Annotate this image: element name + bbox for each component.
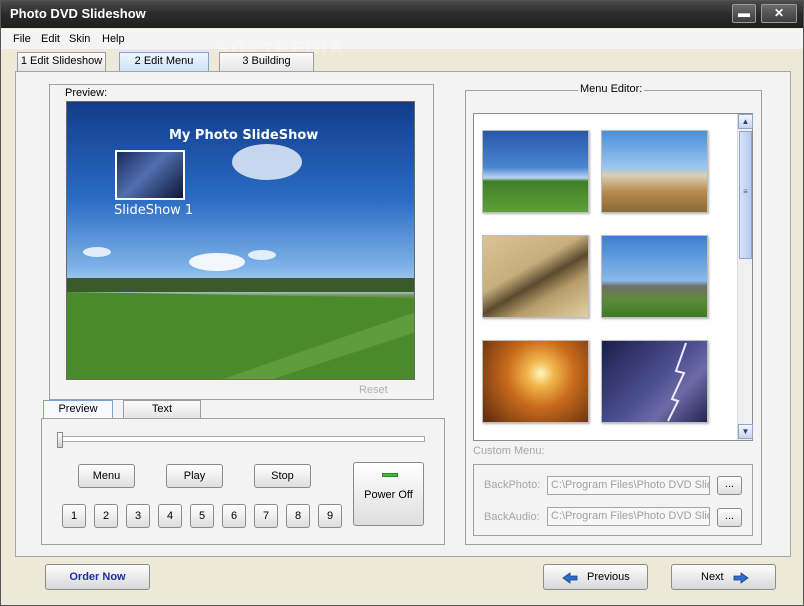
menu-edit[interactable]: Edit (41, 33, 60, 45)
custom-menu-label: Custom Menu: (473, 445, 545, 457)
menu-editor-label: Menu Editor: (578, 83, 645, 95)
tab-preview[interactable]: Preview (43, 400, 113, 419)
scroll-down-icon[interactable]: ▼ (738, 424, 753, 439)
playback-slider-track[interactable] (57, 436, 425, 442)
order-now-button[interactable]: Order Now (45, 564, 150, 590)
slideshow-thumb-label: SlideShow 1 (114, 203, 194, 218)
scroll-up-icon[interactable]: ▲ (738, 114, 753, 129)
scroll-thumb[interactable]: ≡ (739, 131, 752, 259)
tab-edit-slideshow[interactable]: 1 Edit Slideshow (17, 52, 106, 71)
menu-bar: File Edit Skin Help (1, 29, 803, 49)
playback-slider-thumb[interactable] (57, 432, 63, 448)
stop-button[interactable]: Stop (254, 464, 311, 488)
number-button-9[interactable]: 9 (318, 504, 342, 528)
gallery-scrollbar[interactable]: ▲ ≡ ▼ (737, 114, 753, 440)
menu-button[interactable]: Menu (78, 464, 135, 488)
lightning-bolt-icon (667, 342, 687, 422)
tab-text[interactable]: Text (123, 400, 201, 419)
arrow-right-icon (733, 572, 749, 584)
number-button-8[interactable]: 8 (286, 504, 310, 528)
title-bar[interactable]: Photo DVD Slideshow ▬ ✕ (1, 1, 803, 28)
number-button-7[interactable]: 7 (254, 504, 278, 528)
previous-button[interactable]: Previous (543, 564, 648, 590)
preview-label: Preview: (63, 87, 110, 99)
thumbnail-field-sky[interactable] (482, 130, 589, 213)
number-button-4[interactable]: 4 (158, 504, 182, 528)
thumbnail-wheat-field[interactable] (601, 130, 708, 213)
menu-help[interactable]: Help (102, 33, 125, 45)
power-off-label: Power Off (364, 489, 413, 501)
play-button[interactable]: Play (166, 464, 223, 488)
next-button[interactable]: Next (671, 564, 776, 590)
reset-link[interactable]: Reset (359, 384, 388, 396)
back-photo-label: BackPhoto: (484, 479, 541, 491)
number-button-3[interactable]: 3 (126, 504, 150, 528)
background-gallery (473, 113, 753, 441)
arrow-left-icon (562, 572, 578, 584)
thumbnail-lightning[interactable] (601, 340, 708, 423)
tab-building[interactable]: 3 Building (219, 52, 314, 71)
previous-label: Previous (587, 571, 630, 583)
menu-skin[interactable]: Skin (69, 33, 90, 45)
window-title: Photo DVD Slideshow (10, 6, 146, 21)
slideshow-thumbnail[interactable] (115, 150, 185, 200)
menu-title-text: My Photo SlideShow (169, 128, 319, 143)
tab-edit-menu[interactable]: 2 Edit Menu (119, 52, 209, 71)
power-off-button[interactable]: Power Off (353, 462, 424, 526)
menu-file[interactable]: File (13, 33, 31, 45)
thumbnail-sand-dune[interactable] (482, 235, 589, 318)
menu-button-label: Menu (92, 470, 121, 482)
next-label: Next (701, 571, 724, 583)
app-window: Photo DVD Slideshow ▬ ✕ File Edit Skin H… (0, 0, 804, 606)
back-audio-label: BackAudio: (484, 511, 540, 523)
number-button-5[interactable]: 5 (190, 504, 214, 528)
stop-button-label: Stop (271, 470, 294, 482)
close-button[interactable]: ✕ (761, 4, 797, 23)
thumbnail-sunset[interactable] (482, 340, 589, 423)
browse-back-audio-button[interactable]: ... (717, 508, 742, 527)
preview-landscape (67, 144, 414, 379)
thumbnail-stonehenge[interactable] (601, 235, 708, 318)
minimize-button[interactable]: ▬ (732, 4, 756, 23)
power-led-icon (382, 473, 398, 477)
menu-preview-image[interactable]: My Photo SlideShow SlideShow 1 (66, 101, 415, 380)
back-photo-path-input[interactable]: C:\Program Files\Photo DVD Slide (547, 476, 710, 495)
back-audio-path-input[interactable]: C:\Program Files\Photo DVD Slide (547, 507, 710, 526)
number-button-6[interactable]: 6 (222, 504, 246, 528)
number-button-1[interactable]: 1 (62, 504, 86, 528)
number-button-2[interactable]: 2 (94, 504, 118, 528)
play-button-label: Play (183, 470, 206, 482)
browse-back-photo-button[interactable]: ... (717, 476, 742, 495)
